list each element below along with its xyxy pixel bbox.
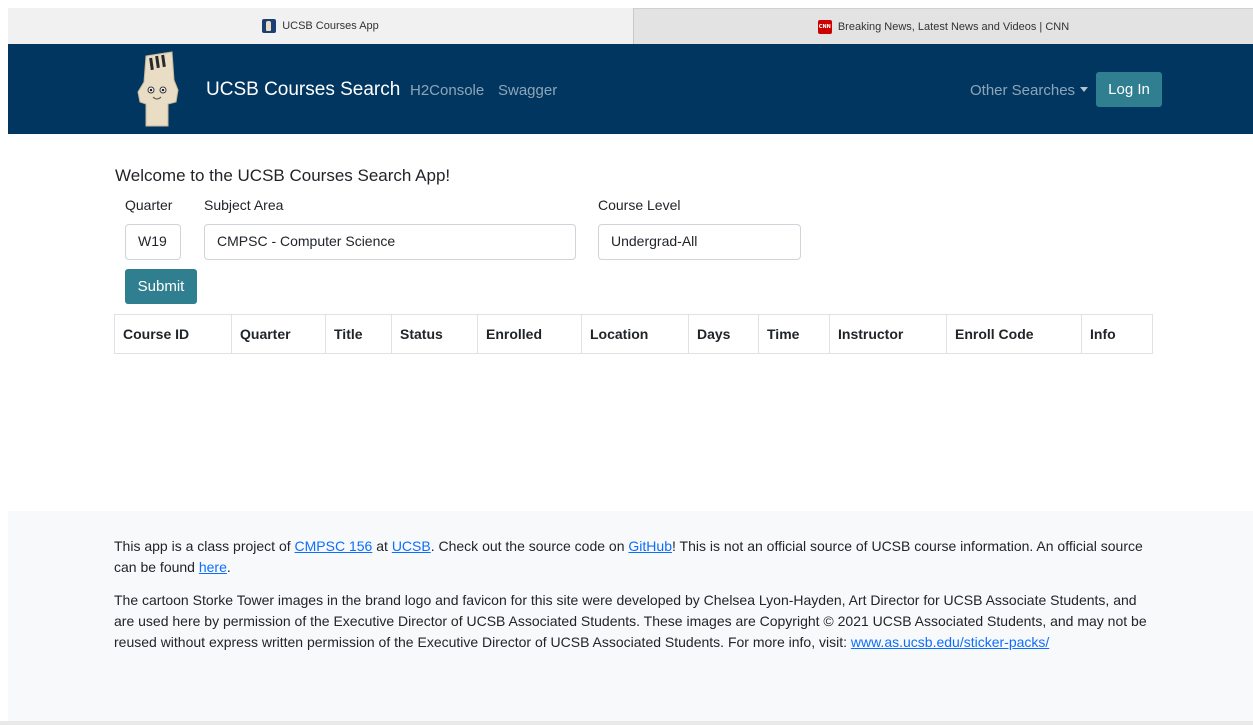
col-header-enroll-code[interactable]: Enroll Code	[946, 314, 1082, 354]
nav-link-swagger[interactable]: Swagger	[498, 82, 557, 99]
submit-button[interactable]: Submit	[125, 269, 197, 304]
tab-title: UCSB Courses App	[282, 20, 379, 32]
tab-title: Breaking News, Latest News and Videos | …	[837, 20, 1070, 33]
footer-text: .	[226, 559, 231, 575]
footer-text: . Check out the source code on	[430, 538, 629, 554]
page-title: Welcome to the UCSB Courses Search App!	[115, 166, 451, 185]
nav-link-h2console[interactable]: H2Console	[410, 82, 484, 99]
table-header-row: Course ID Quarter Title Status Enrolled …	[114, 314, 1153, 354]
window-bottom-edge	[0, 721, 1253, 725]
cnn-favicon-icon: CNN	[817, 19, 832, 34]
subject-area-label: Subject Area	[204, 197, 284, 213]
col-header-time[interactable]: Time	[758, 314, 830, 354]
course-level-select[interactable]: Undergrad-All	[598, 224, 801, 260]
col-header-title[interactable]: Title	[325, 314, 392, 354]
brand-title[interactable]: UCSB Courses Search	[206, 79, 400, 101]
footer-text: This app is a class project of	[114, 538, 295, 554]
quarter-label: Quarter	[125, 197, 173, 213]
col-header-info[interactable]: Info	[1081, 314, 1153, 354]
sticker-packs-link[interactable]: www.as.ucsb.edu/sticker-packs/	[851, 634, 1049, 650]
col-header-instructor[interactable]: Instructor	[829, 314, 947, 354]
subject-area-select[interactable]: CMPSC - Computer Science	[204, 224, 576, 260]
other-searches-label: Other Searches	[970, 82, 1076, 99]
cmpsc156-link[interactable]: CMPSC 156	[295, 538, 373, 554]
footer-content: This app is a class project of CMPSC 156…	[114, 536, 1154, 665]
col-header-enrolled[interactable]: Enrolled	[477, 314, 582, 354]
other-searches-dropdown[interactable]: Other Searches	[970, 82, 1089, 99]
col-header-days[interactable]: Days	[688, 314, 759, 354]
courses-table: Course ID Quarter Title Status Enrolled …	[114, 314, 1153, 354]
quarter-select[interactable]: W19	[125, 224, 181, 260]
ucsb-link[interactable]: UCSB	[392, 538, 431, 554]
footer: This app is a class project of CMPSC 156…	[8, 511, 1253, 721]
footer-copyright-info: The cartoon Storke Tower images in the b…	[114, 590, 1154, 653]
storke-tower-logo-icon[interactable]	[134, 50, 182, 128]
footer-project-info: This app is a class project of CMPSC 156…	[114, 536, 1154, 578]
ucsb-favicon-icon	[262, 19, 277, 33]
official-source-link[interactable]: here	[199, 559, 227, 575]
col-header-status[interactable]: Status	[391, 314, 478, 354]
col-header-quarter[interactable]: Quarter	[231, 314, 326, 354]
browser-tab-ucsb[interactable]: UCSB Courses App	[8, 8, 633, 44]
top-navbar: UCSB Courses Search H2Console Swagger Ot…	[8, 44, 1253, 134]
browser-tab-cnn[interactable]: CNN Breaking News, Latest News and Video…	[633, 8, 1253, 44]
login-button[interactable]: Log In	[1096, 72, 1162, 107]
course-level-label: Course Level	[598, 197, 681, 213]
footer-text: at	[372, 538, 392, 554]
github-link[interactable]: GitHub	[628, 538, 672, 554]
caret-down-icon	[1080, 87, 1089, 92]
col-header-location[interactable]: Location	[581, 314, 689, 354]
col-header-course-id[interactable]: Course ID	[114, 314, 232, 354]
browser-tab-strip: UCSB Courses App CNN Breaking News, Late…	[0, 0, 1253, 44]
